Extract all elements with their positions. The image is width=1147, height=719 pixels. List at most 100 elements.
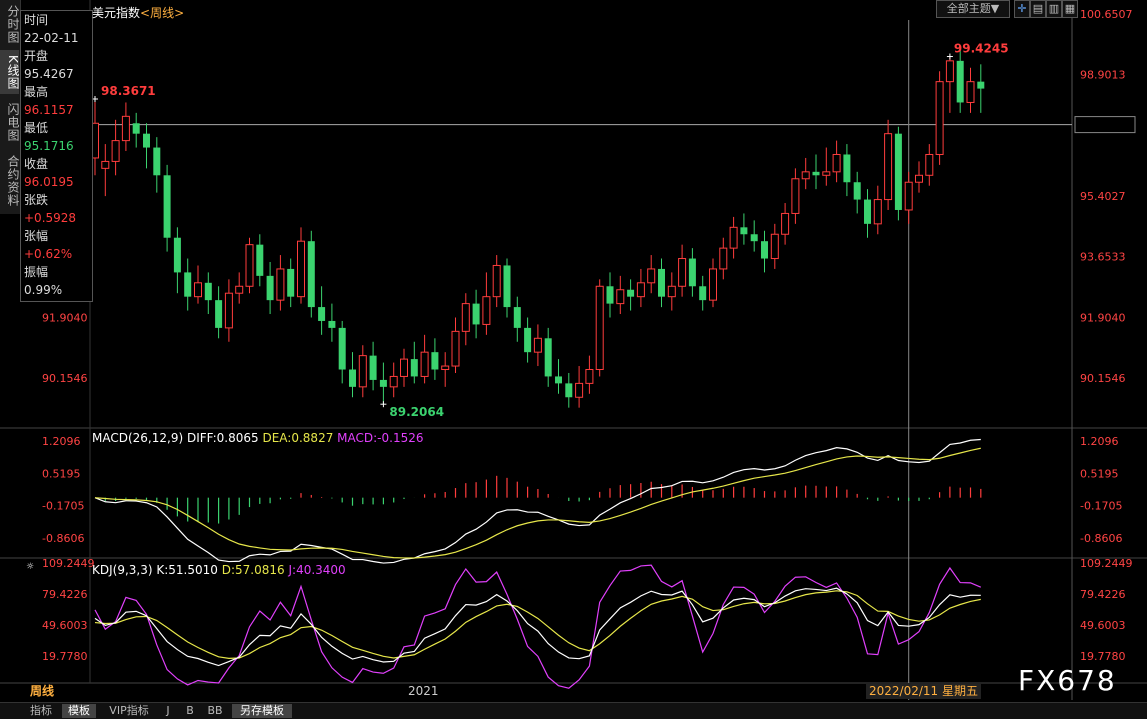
chart-mode-icon[interactable]: ▤ — [1030, 0, 1046, 18]
period-label: <周线> — [140, 6, 185, 20]
candle-body — [658, 268, 665, 297]
chart-canvas[interactable]: 100.650798.901397.461595.402793.653391.9… — [0, 0, 1147, 718]
candle-body — [204, 282, 212, 301]
candle-body — [307, 241, 315, 308]
zoom-icon[interactable]: ▥ — [1046, 0, 1062, 18]
tab-contract-info[interactable]: 合约资料 — [0, 152, 20, 210]
instrument-name: 美元指数 — [92, 6, 141, 20]
layout-icon[interactable]: ▦ — [1062, 0, 1078, 18]
macd-diff-line — [94, 438, 981, 564]
candle-body — [451, 330, 460, 367]
candle-body — [925, 153, 934, 176]
tab-kline[interactable]: K线图 — [0, 50, 20, 94]
macd-tick-label-left: -0.8606 — [42, 532, 84, 545]
candle-body — [853, 182, 861, 200]
kdj-tick-label-left: 19.7780 — [42, 650, 88, 663]
candle-body — [492, 264, 501, 298]
kdj-tick-label: 49.6003 — [1080, 619, 1126, 632]
candle-body — [503, 265, 511, 308]
close-value: 96.0195 — [24, 175, 74, 189]
candle-body — [832, 153, 841, 173]
candle-body — [194, 282, 202, 298]
candle-body — [215, 300, 223, 328]
price-tick-label: 91.9040 — [1080, 311, 1126, 324]
candle-body — [935, 81, 944, 155]
theme-dropdown[interactable]: 全部主题▼ — [936, 0, 1010, 18]
time-value: 22-02-11 — [24, 31, 79, 45]
macd-value: MACD:-0.1526 — [337, 431, 424, 445]
candle-body — [472, 303, 480, 325]
tab-indicators[interactable]: 指标 — [26, 704, 56, 718]
macd-tick-label-left: 0.5195 — [42, 467, 81, 480]
candle-body — [101, 160, 110, 169]
tab-bb[interactable]: BB — [204, 704, 226, 718]
candle-body — [544, 338, 552, 377]
candle-body — [791, 178, 800, 214]
candle-body — [235, 285, 244, 294]
candle-body — [616, 289, 625, 305]
crosshair-icon[interactable]: ✛ — [1014, 0, 1030, 18]
candle-body — [884, 133, 893, 201]
candle-body — [245, 244, 254, 287]
candle-body — [627, 289, 635, 297]
tab-save-template[interactable]: 另存模板 — [232, 704, 292, 718]
candle-body — [410, 359, 418, 377]
tab-timeshare[interactable]: 分时图 — [0, 2, 20, 46]
macd-tick-label: -0.8606 — [1080, 532, 1122, 545]
macd-name: MACD(26,12,9) — [92, 431, 184, 445]
candle-body — [699, 286, 707, 301]
pct-value: +0.62% — [24, 247, 73, 261]
period-tab[interactable]: 周线 — [30, 683, 54, 699]
candle-body — [276, 268, 285, 301]
kdj-tick-label-left: 109.2449 — [42, 557, 95, 570]
kdj-tick-label: 79.4226 — [1080, 588, 1126, 601]
candle-body — [709, 268, 717, 301]
crosshair-date: 2022/02/11 星期五 — [866, 683, 981, 699]
tab-b[interactable]: B — [182, 704, 198, 718]
change-label: 张跌 — [24, 193, 49, 207]
high-value: 96.1157 — [24, 103, 74, 117]
candle-body — [318, 307, 326, 321]
pct-label: 张幅 — [24, 229, 49, 243]
time-label: 时间 — [24, 13, 49, 27]
change-value: +0.5928 — [24, 211, 77, 225]
low-value: 95.1716 — [24, 139, 74, 153]
macd-diff: DIFF:0.8065 — [186, 431, 259, 445]
macd-tick-label: -0.1705 — [1080, 500, 1122, 513]
chart-title: 美元指数<周线> — [92, 4, 184, 21]
candle-body — [173, 237, 181, 273]
tab-vip-indicators[interactable]: VIP指标 — [102, 704, 156, 718]
tab-flash[interactable]: 闪电图 — [0, 100, 20, 144]
candle-body — [812, 171, 820, 176]
candle-body — [369, 355, 377, 380]
candle-body — [224, 292, 233, 329]
kdj-j-line — [94, 564, 982, 689]
macd-tick-label-left: -0.1705 — [42, 500, 84, 513]
tab-templates[interactable]: 模板 — [62, 704, 96, 718]
candle-body — [864, 199, 871, 224]
price-tick-label-left: 90.1546 — [42, 372, 88, 385]
candle-body — [431, 352, 439, 370]
macd-dea-line — [94, 447, 981, 559]
macd-tick-label-left: 1.2096 — [42, 435, 81, 448]
candle-body — [667, 285, 676, 298]
candle-body — [266, 275, 274, 301]
candle-body — [904, 181, 913, 211]
open-value: 95.4267 — [24, 67, 74, 81]
candle-body — [121, 115, 130, 142]
kdj-j: J:40.3400 — [288, 563, 346, 577]
candle-body — [977, 81, 985, 89]
candle-body — [822, 171, 831, 176]
kdj-title: KDJ(9,3,3) K:51.5010 D:57.0816 J:40.3400 — [92, 563, 346, 577]
view-tabs: 分时图 K线图 闪电图 合约资料 — [0, 0, 21, 214]
candle-body — [379, 379, 387, 387]
candle-body — [420, 351, 429, 377]
watermark: FX678 — [1018, 664, 1117, 697]
settings-icon[interactable]: ☼ — [26, 563, 34, 572]
candle-body — [873, 199, 882, 225]
candle-body — [761, 241, 768, 259]
tab-j[interactable]: J — [160, 704, 176, 718]
price-tick-label-left: 91.9040 — [42, 311, 88, 324]
candle-body — [184, 272, 192, 297]
candle-body — [843, 154, 851, 183]
